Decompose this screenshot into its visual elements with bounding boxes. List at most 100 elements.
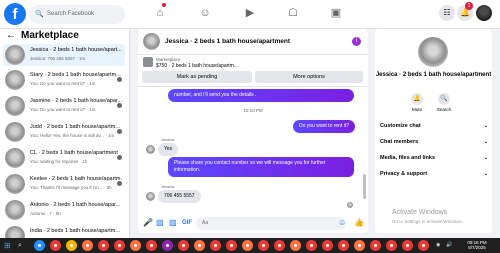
activate-windows-subtitle: Go to Settings to activate Windows. bbox=[392, 219, 464, 224]
privacy-support-section[interactable]: Privacy & support ⌄ bbox=[380, 171, 488, 177]
microphone-icon[interactable]: 🎤 bbox=[143, 218, 153, 227]
taskbar-app-icon[interactable] bbox=[226, 240, 237, 251]
customize-chat-section[interactable]: Customize chat ⌄ bbox=[380, 123, 488, 129]
media-files-links-section[interactable]: Media, files and links ⌄ bbox=[380, 155, 488, 161]
taskbar-app-icon[interactable] bbox=[34, 240, 45, 251]
taskbar-app-icon[interactable] bbox=[370, 240, 381, 251]
facebook-logo[interactable]: f bbox=[4, 3, 26, 25]
marketplace-heading-text: Marketplace bbox=[21, 30, 79, 41]
conversation-item[interactable]: Antonio · 2 beds 1 bath house/apar... An… bbox=[3, 199, 125, 221]
marketplace-icon[interactable]: ☖ bbox=[285, 5, 301, 21]
read-avatar-icon bbox=[117, 155, 122, 160]
home-icon[interactable]: ⌂ bbox=[152, 5, 168, 21]
conversation-item[interactable]: Stary · 2 beds 1 bath house/apartm... Yo… bbox=[3, 69, 125, 91]
taskbar-app-icon[interactable] bbox=[338, 240, 349, 251]
back-arrow-icon[interactable]: ← bbox=[6, 30, 16, 41]
network-icon[interactable]: ◉ bbox=[436, 242, 440, 248]
taskbar-app-icon[interactable] bbox=[114, 240, 125, 251]
search-icon[interactable]: 🔍 bbox=[438, 93, 450, 105]
listing-thumbnail bbox=[5, 122, 25, 142]
marketplace-inbox-panel: ← Marketplace Jessica · 2 beds 1 bath hou… bbox=[0, 29, 130, 240]
taskbar-app-icon[interactable] bbox=[290, 240, 301, 251]
scrollbar-thumb[interactable] bbox=[363, 174, 366, 199]
taskbar-app-icon[interactable] bbox=[66, 240, 77, 251]
home-notification-dot bbox=[162, 3, 166, 7]
taskbar-app-icon[interactable] bbox=[194, 240, 205, 251]
taskbar-app-icon[interactable] bbox=[50, 240, 61, 251]
info-icon[interactable]: i bbox=[352, 37, 361, 46]
incoming-message: 706 455 5557 bbox=[158, 190, 201, 203]
listing-avatar[interactable] bbox=[418, 37, 448, 67]
taskbar-app-icon[interactable] bbox=[418, 240, 429, 251]
profile-avatar[interactable] bbox=[476, 5, 492, 21]
message-input[interactable]: Aa bbox=[196, 217, 346, 230]
taskbar-app-icon[interactable] bbox=[162, 240, 173, 251]
like-icon[interactable]: 👍 bbox=[354, 218, 364, 227]
outgoing-message: number, and I'll send you the details . bbox=[168, 89, 354, 102]
conversation-item[interactable]: Judd · 2 beds 1 bath house/apartm... You… bbox=[3, 121, 125, 143]
chat-details-panel: Jessica · 2 beds 1 bath house/apartment … bbox=[375, 29, 492, 233]
chat-listing-thumbnail[interactable] bbox=[143, 33, 160, 50]
gif-icon[interactable]: GIF bbox=[182, 220, 192, 226]
taskbar-search-icon[interactable]: ⌕ bbox=[18, 241, 27, 250]
search-input[interactable]: 🔍 Search Facebook bbox=[29, 5, 125, 24]
listing-thumbnail bbox=[5, 96, 25, 116]
conversation-item[interactable]: Keelee · 2 beds 1 bath house/apartm... Y… bbox=[3, 173, 125, 195]
listing-thumbnail bbox=[5, 45, 25, 65]
conversation-preview: You: Thanks I'll message you if I'm... ·… bbox=[30, 185, 112, 190]
windows-start-icon[interactable]: ⊞ bbox=[4, 241, 13, 250]
conversation-title: Jessica · 2 beds 1 bath house/apart... bbox=[30, 47, 122, 53]
chevron-down-icon: ⌄ bbox=[483, 155, 488, 161]
outgoing-message: Please share you contact number so we wi… bbox=[168, 157, 354, 177]
taskbar-app-icon[interactable] bbox=[354, 240, 365, 251]
taskbar-app-icon[interactable] bbox=[274, 240, 285, 251]
taskbar-clock[interactable]: 09:16 PM 8/7/2025 bbox=[462, 240, 492, 250]
taskbar-app-icon[interactable] bbox=[402, 240, 413, 251]
emoji-icon[interactable]: ☺ bbox=[338, 218, 346, 227]
listing-thumbnail bbox=[5, 174, 25, 194]
incoming-message: Yes bbox=[158, 143, 179, 156]
taskbar-app-icon[interactable] bbox=[386, 240, 397, 251]
section-label: Chat members bbox=[380, 139, 419, 145]
taskbar-app-icon[interactable] bbox=[178, 240, 189, 251]
conversation-preview: Jessica: 706 455 5557 · 1m bbox=[30, 56, 86, 61]
image-icon[interactable]: ▧ bbox=[156, 218, 164, 227]
taskbar-app-icon[interactable] bbox=[258, 240, 269, 251]
listing-price[interactable]: $750 · 2 beds 1 bath house/apartm... bbox=[156, 63, 238, 69]
sender-name: Jessica bbox=[161, 184, 175, 189]
volume-icon[interactable]: 🔊 bbox=[446, 242, 452, 248]
listing-thumbnail bbox=[5, 148, 25, 168]
notification-badge: 1 bbox=[465, 2, 473, 10]
sticker-icon[interactable]: ▨ bbox=[169, 218, 177, 227]
friends-icon[interactable]: ☺ bbox=[197, 5, 213, 21]
groups-icon[interactable]: ▣ bbox=[328, 5, 344, 21]
taskbar-app-icon[interactable] bbox=[306, 240, 317, 251]
conversation-item[interactable]: Jasmine · 2 beds 1 bath house/apar... Yo… bbox=[3, 95, 125, 117]
taskbar-app-icon[interactable] bbox=[242, 240, 253, 251]
taskbar-app-icon[interactable] bbox=[146, 240, 157, 251]
mute-bell-icon[interactable]: 🔔 bbox=[411, 93, 423, 105]
conversation-title: Judd · 2 beds 1 bath house/apartm... bbox=[30, 124, 120, 130]
clock-date: 8/7/2025 bbox=[468, 245, 486, 250]
mark-as-pending-button[interactable]: Mark as pending bbox=[142, 71, 252, 83]
taskbar-app-icon[interactable] bbox=[82, 240, 93, 251]
chat-members-section[interactable]: Chat members ⌄ bbox=[380, 139, 488, 145]
chat-header: Jessica · 2 beds 1 bath house/apartment … bbox=[138, 29, 368, 55]
sender-avatar bbox=[146, 145, 155, 154]
conversation-item[interactable]: CL · 2 beds 1 bath house/apartment You: … bbox=[3, 147, 125, 169]
taskbar-app-icon[interactable] bbox=[322, 240, 333, 251]
menu-grid-icon[interactable]: ☷ bbox=[439, 5, 455, 21]
listing-thumbnail bbox=[5, 200, 25, 220]
conversation-title: Antonio · 2 beds 1 bath house/apar... bbox=[30, 202, 121, 208]
chevron-down-icon: ⌄ bbox=[483, 171, 488, 177]
taskbar-app-icon[interactable] bbox=[210, 240, 221, 251]
conversation-item[interactable]: Jessica · 2 beds 1 bath house/apart... J… bbox=[3, 44, 125, 66]
more-options-button[interactable]: More options bbox=[255, 71, 363, 83]
listing-image bbox=[143, 57, 153, 67]
video-icon[interactable]: ▶ bbox=[242, 5, 258, 21]
chat-title[interactable]: Jessica · 2 beds 1 bath house/apartment bbox=[165, 38, 290, 45]
taskbar-app-icon[interactable] bbox=[130, 240, 141, 251]
taskbar-app-icon[interactable] bbox=[98, 240, 109, 251]
listing-thumbnail bbox=[5, 70, 25, 90]
chat-scrollbar[interactable] bbox=[363, 89, 366, 199]
